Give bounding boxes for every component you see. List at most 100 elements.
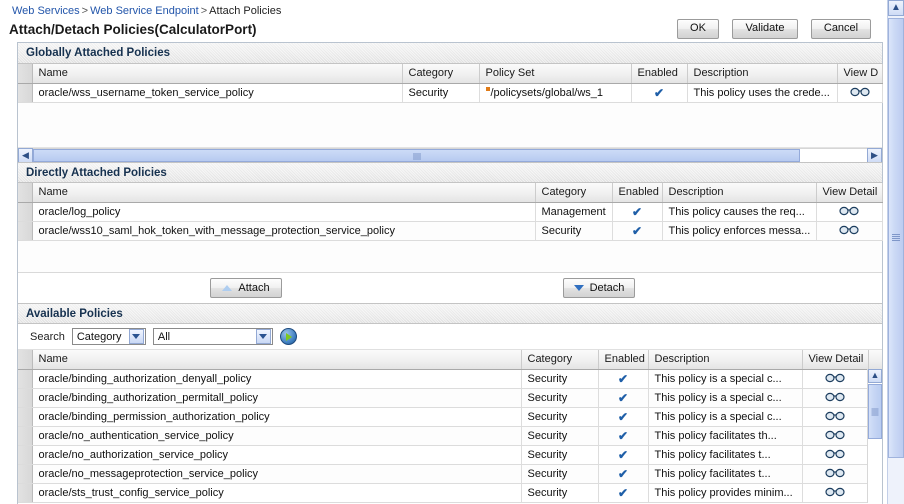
section-header-directly-attached: Directly Attached Policies bbox=[18, 162, 882, 183]
view-detail-icon[interactable] bbox=[839, 224, 859, 238]
column-header-category[interactable]: Category bbox=[521, 350, 599, 370]
breadcrumb-separator: > bbox=[200, 5, 208, 17]
row-select-cell[interactable] bbox=[18, 407, 33, 427]
column-header-policy-set[interactable]: Policy Set bbox=[479, 64, 632, 84]
search-field-dropdown[interactable]: Category bbox=[71, 328, 146, 345]
cell-view-detail[interactable] bbox=[816, 202, 883, 222]
table-row[interactable]: oracle/sts_trust_config_service_policy S… bbox=[18, 483, 882, 503]
row-select-cell[interactable] bbox=[18, 464, 33, 484]
column-header-description[interactable]: Description bbox=[687, 64, 838, 84]
view-detail-icon[interactable] bbox=[839, 205, 859, 219]
detach-button[interactable]: Detach bbox=[563, 278, 635, 298]
cell-category: Security bbox=[521, 483, 599, 503]
row-select-cell[interactable] bbox=[18, 445, 33, 465]
table-filler-row bbox=[18, 102, 882, 147]
column-header-view-detail[interactable]: View Detail bbox=[816, 183, 883, 203]
column-header-name[interactable]: Name bbox=[32, 350, 522, 370]
view-detail-icon[interactable] bbox=[825, 448, 845, 462]
scroll-up-arrow-icon[interactable]: ▲ bbox=[868, 369, 882, 383]
column-header-enabled[interactable]: Enabled bbox=[598, 350, 649, 370]
chevron-down-icon[interactable] bbox=[128, 329, 144, 344]
row-select-cell[interactable] bbox=[18, 388, 33, 408]
column-header-view-detail[interactable]: View Detail bbox=[802, 350, 869, 370]
breadcrumb-link-web-services[interactable]: Web Services bbox=[12, 5, 80, 17]
row-select-cell[interactable] bbox=[18, 483, 33, 503]
chevron-down-icon[interactable] bbox=[255, 329, 271, 344]
column-header-category[interactable]: Category bbox=[535, 183, 613, 203]
view-detail-icon[interactable] bbox=[825, 391, 845, 405]
scroll-left-arrow-icon[interactable]: ◀ bbox=[18, 147, 33, 163]
cell-description: This policy is a special c... bbox=[648, 388, 803, 408]
column-header-enabled[interactable]: Enabled bbox=[631, 64, 688, 84]
table-row[interactable]: oracle/binding_permission_authorization_… bbox=[18, 407, 882, 427]
available-policies-rows: oracle/binding_authorization_denyall_pol… bbox=[18, 369, 882, 503]
table-row[interactable]: oracle/wss10_saml_hok_token_with_message… bbox=[18, 221, 883, 241]
hscroll-track[interactable] bbox=[33, 147, 867, 163]
validate-button[interactable]: Validate bbox=[732, 19, 798, 39]
hscroll-thumb[interactable] bbox=[33, 148, 801, 162]
view-detail-icon[interactable] bbox=[825, 410, 845, 424]
cell-category: Security bbox=[521, 407, 599, 427]
cell-view-detail[interactable] bbox=[802, 426, 869, 446]
vscroll-thumb[interactable] bbox=[868, 384, 882, 439]
cell-category: Security bbox=[402, 83, 480, 103]
row-select-cell[interactable] bbox=[18, 426, 33, 446]
breadcrumb-link-web-service-endpoint[interactable]: Web Service Endpoint bbox=[90, 5, 199, 17]
cell-name: oracle/no_messageprotection_service_poli… bbox=[32, 464, 522, 484]
page-scroll-up-arrow-icon[interactable]: ▲ bbox=[888, 0, 904, 16]
view-detail-icon[interactable] bbox=[825, 467, 845, 481]
cell-view-detail[interactable] bbox=[816, 221, 883, 241]
view-detail-icon[interactable] bbox=[849, 86, 870, 100]
cell-view-detail[interactable] bbox=[802, 369, 869, 389]
available-policies-vertical-scrollbar[interactable]: ▲ bbox=[867, 369, 882, 503]
column-header-view-detail[interactable]: View D bbox=[837, 64, 883, 84]
table-row[interactable]: oracle/wss_username_token_service_policy… bbox=[18, 83, 883, 103]
row-select-cell[interactable] bbox=[18, 221, 33, 241]
cell-enabled: ✔ bbox=[612, 202, 663, 222]
column-header-description[interactable]: Description bbox=[648, 350, 803, 370]
cell-view-detail[interactable] bbox=[837, 83, 883, 103]
row-select-cell[interactable] bbox=[18, 83, 33, 103]
view-detail-icon[interactable] bbox=[825, 486, 845, 500]
checkmark-icon: ✔ bbox=[631, 223, 643, 238]
policy-set-marker-icon bbox=[485, 86, 490, 91]
cell-view-detail[interactable] bbox=[802, 388, 869, 408]
cell-view-detail[interactable] bbox=[802, 407, 869, 427]
search-value-dropdown[interactable]: All bbox=[152, 328, 273, 345]
directly-attached-policies-table: Name Category Enabled Description View D… bbox=[18, 183, 883, 272]
table-row[interactable]: oracle/binding_authorization_permitall_p… bbox=[18, 388, 882, 408]
cell-description: This policy facilitates t... bbox=[648, 445, 803, 465]
page-vertical-scrollbar[interactable]: ▲ bbox=[887, 0, 904, 504]
table-row[interactable]: oracle/no_messageprotection_service_poli… bbox=[18, 464, 882, 484]
cell-view-detail[interactable] bbox=[802, 483, 869, 503]
column-header-description[interactable]: Description bbox=[662, 183, 817, 203]
cell-name: oracle/wss10_saml_hok_token_with_message… bbox=[32, 221, 536, 241]
globally-attached-horizontal-scrollbar[interactable]: ◀ ▶ bbox=[18, 147, 882, 163]
column-header-name[interactable]: Name bbox=[32, 183, 536, 203]
row-select-cell[interactable] bbox=[18, 369, 33, 389]
cell-view-detail[interactable] bbox=[802, 464, 869, 484]
cell-description: This policy is a special c... bbox=[648, 369, 803, 389]
section-title-available-policies: Available Policies bbox=[26, 308, 123, 320]
table-row[interactable]: oracle/log_policy Management ✔ This poli… bbox=[18, 202, 883, 222]
attach-button[interactable]: Attach bbox=[210, 278, 282, 298]
view-detail-icon[interactable] bbox=[825, 429, 845, 443]
row-select-cell[interactable] bbox=[18, 202, 33, 222]
cancel-button[interactable]: Cancel bbox=[811, 19, 871, 39]
cell-view-detail[interactable] bbox=[802, 445, 869, 465]
column-header-name[interactable]: Name bbox=[32, 64, 403, 84]
scroll-right-arrow-icon[interactable]: ▶ bbox=[867, 147, 882, 163]
column-header-category[interactable]: Category bbox=[402, 64, 480, 84]
ok-button[interactable]: OK bbox=[677, 19, 719, 39]
column-header-enabled[interactable]: Enabled bbox=[612, 183, 663, 203]
cell-enabled: ✔ bbox=[612, 221, 663, 241]
page-scroll-thumb[interactable] bbox=[888, 18, 904, 458]
search-go-button[interactable] bbox=[279, 328, 297, 345]
checkmark-icon: ✔ bbox=[617, 447, 629, 462]
table-row[interactable]: oracle/no_authentication_service_policy … bbox=[18, 426, 882, 446]
table-row[interactable]: oracle/no_authorization_service_policy S… bbox=[18, 445, 882, 465]
cell-enabled: ✔ bbox=[598, 388, 649, 408]
view-detail-icon[interactable] bbox=[825, 372, 845, 386]
cell-description: This policy enforces messa... bbox=[662, 221, 817, 241]
table-row[interactable]: oracle/binding_authorization_denyall_pol… bbox=[18, 369, 882, 389]
